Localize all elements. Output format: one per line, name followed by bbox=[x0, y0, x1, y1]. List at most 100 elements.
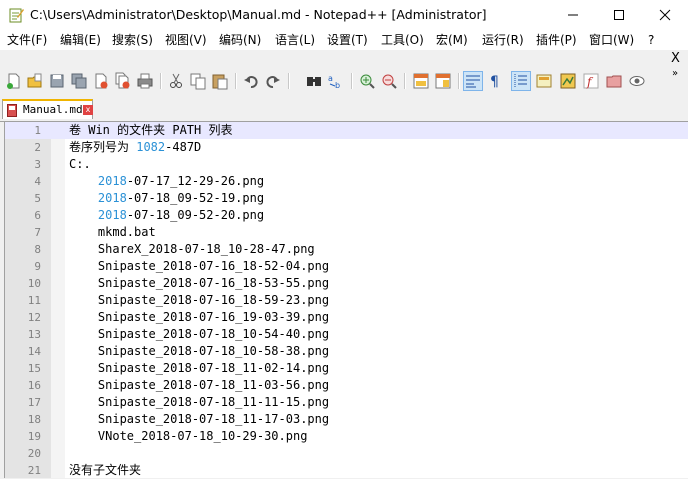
menu-plugins[interactable]: 插件(P) bbox=[536, 30, 577, 50]
editor-line[interactable]: 15 Snipaste_2018-07-18_11-02-14.png bbox=[5, 360, 688, 377]
editor-line[interactable]: 12 Snipaste_2018-07-16_19-03-39.png bbox=[5, 309, 688, 326]
editor-line[interactable]: 21 没有子文件夹 bbox=[5, 462, 688, 479]
line-text: VNote_2018-07-18_10-29-30.png bbox=[69, 429, 308, 443]
function-list-button[interactable]: f bbox=[582, 72, 600, 90]
menu-language[interactable]: 语言(L) bbox=[275, 30, 315, 50]
sync-horizontal-button[interactable] bbox=[434, 72, 452, 90]
editor-line[interactable]: 3 C:. bbox=[5, 156, 688, 173]
editor-line[interactable]: 1 卷 Win 的文件夹 PATH 列表 bbox=[5, 122, 688, 139]
line-number: 4 bbox=[34, 175, 41, 188]
editor-line[interactable]: 4 2018-07-17_12-29-26.png bbox=[5, 173, 688, 190]
minimize-icon bbox=[568, 14, 578, 16]
close-icon bbox=[95, 73, 108, 89]
editor-line[interactable]: 10 Snipaste_2018-07-16_18-53-55.png bbox=[5, 275, 688, 292]
save-all-icon bbox=[71, 73, 87, 89]
minimize-button[interactable] bbox=[550, 0, 596, 30]
copy-button[interactable] bbox=[189, 72, 207, 90]
close-window-button[interactable] bbox=[642, 0, 688, 30]
save-all-button[interactable] bbox=[70, 72, 88, 90]
indent-guide-button[interactable] bbox=[511, 71, 531, 91]
editor-line[interactable]: 19 VNote_2018-07-18_10-29-30.png bbox=[5, 428, 688, 445]
save-button[interactable] bbox=[48, 72, 66, 90]
zoom-out-button[interactable] bbox=[380, 72, 398, 90]
word-wrap-button[interactable] bbox=[463, 71, 483, 91]
close-document-button[interactable]: X bbox=[671, 51, 680, 67]
line-text: Snipaste_2018-07-18_11-03-56.png bbox=[69, 378, 330, 392]
menu-edit[interactable]: 编辑(E) bbox=[60, 30, 101, 50]
zoom-in-icon bbox=[360, 74, 375, 89]
line-number: 14 bbox=[27, 345, 41, 358]
editor-line[interactable]: 20 bbox=[5, 445, 688, 462]
editor-line[interactable]: 11 Snipaste_2018-07-16_18-59-23.png bbox=[5, 292, 688, 309]
doc-map-button[interactable] bbox=[559, 72, 577, 90]
menu-macro[interactable]: 宏(M) bbox=[436, 30, 468, 50]
editor-line[interactable]: 6 2018-07-18_09-52-20.png bbox=[5, 207, 688, 224]
function-list-icon: f bbox=[583, 73, 599, 89]
close-all-button[interactable] bbox=[114, 72, 132, 90]
find-icon bbox=[307, 77, 321, 86]
open-file-icon bbox=[27, 73, 42, 88]
line-number: 3 bbox=[34, 158, 41, 171]
editor-line[interactable]: 7 mkmd.bat bbox=[5, 224, 688, 241]
menu-window[interactable]: 窗口(W) bbox=[589, 30, 634, 50]
menu-view[interactable]: 视图(V) bbox=[165, 30, 207, 50]
menu-settings[interactable]: 设置(T) bbox=[327, 30, 368, 50]
indent-guide-icon bbox=[514, 74, 527, 88]
editor-line[interactable]: 17 Snipaste_2018-07-18_11-11-15.png bbox=[5, 394, 688, 411]
editor-line[interactable]: 18 Snipaste_2018-07-18_11-17-03.png bbox=[5, 411, 688, 428]
sync-vertical-button[interactable] bbox=[412, 72, 430, 90]
editor-line[interactable]: 16 Snipaste_2018-07-18_11-03-56.png bbox=[5, 377, 688, 394]
line-number: 21 bbox=[27, 464, 41, 477]
line-text: 卷 Win 的文件夹 PATH 列表 bbox=[69, 123, 233, 137]
menu-tools[interactable]: 工具(O) bbox=[381, 30, 424, 50]
toolbar-overflow-button[interactable]: » bbox=[672, 68, 678, 79]
line-text-post: -07-18_09-52-19.png bbox=[126, 191, 265, 205]
zoom-in-button[interactable] bbox=[358, 72, 376, 90]
editor-line[interactable]: 8 ShareX_2018-07-18_10-28-47.png bbox=[5, 241, 688, 258]
paste-button[interactable] bbox=[211, 72, 229, 90]
line-text-pre: 卷序列号为 bbox=[69, 140, 137, 154]
tab-bar: Manual.md x bbox=[0, 97, 688, 122]
editor[interactable]: 1 卷 Win 的文件夹 PATH 列表 2 卷序列号为 1082-487D 3 C:. 4… bbox=[4, 122, 688, 478]
maximize-button[interactable] bbox=[596, 0, 642, 30]
editor-line[interactable]: 14 Snipaste_2018-07-18_10-58-38.png bbox=[5, 343, 688, 360]
menu-encoding[interactable]: 编码(N) bbox=[219, 30, 261, 50]
editor-line[interactable]: 2 卷序列号为 1082-487D bbox=[5, 139, 688, 156]
show-all-chars-button[interactable]: ¶ bbox=[486, 72, 504, 90]
menu-bar: 文件(F) 编辑(E) 搜索(S) 视图(V) 编码(N) 语言(L) 设置(T… bbox=[0, 30, 688, 50]
window-title: C:\Users\Administrator\Desktop\Manual.md… bbox=[30, 7, 487, 22]
toolbar: ab ¶ f bbox=[0, 67, 688, 95]
title-bar: C:\Users\Administrator\Desktop\Manual.md… bbox=[0, 0, 688, 30]
new-file-button[interactable] bbox=[5, 72, 23, 90]
zoom-out-icon bbox=[382, 74, 397, 89]
redo-button[interactable] bbox=[264, 72, 282, 90]
tab-manual-md[interactable]: Manual.md x bbox=[2, 99, 93, 119]
undo-button[interactable] bbox=[242, 72, 260, 90]
line-text: Snipaste_2018-07-18_11-17-03.png bbox=[69, 412, 330, 426]
find-button[interactable] bbox=[305, 72, 323, 90]
user-defined-language-button[interactable] bbox=[535, 72, 553, 90]
menu-run[interactable]: 运行(R) bbox=[482, 30, 524, 50]
line-number: 11 bbox=[27, 294, 41, 307]
replace-button[interactable]: ab bbox=[327, 72, 345, 90]
tab-close-button[interactable]: x bbox=[83, 105, 93, 115]
maximize-icon bbox=[614, 10, 624, 20]
editor-line[interactable]: 9 Snipaste_2018-07-16_18-52-04.png bbox=[5, 258, 688, 275]
cut-button[interactable] bbox=[167, 72, 185, 90]
folder-workspace-button[interactable] bbox=[605, 72, 623, 90]
close-button[interactable] bbox=[92, 72, 110, 90]
line-text: Snipaste_2018-07-16_19-03-39.png bbox=[69, 310, 330, 324]
menu-search[interactable]: 搜索(S) bbox=[112, 30, 153, 50]
user-defined-language-icon bbox=[536, 74, 552, 88]
print-button[interactable] bbox=[136, 72, 154, 90]
paste-icon bbox=[212, 74, 228, 90]
line-text-post: -07-18_09-52-20.png bbox=[126, 208, 265, 222]
editor-line[interactable]: 5 2018-07-18_09-52-19.png bbox=[5, 190, 688, 207]
editor-line[interactable]: 13 Snipaste_2018-07-18_10-54-40.png bbox=[5, 326, 688, 343]
open-file-button[interactable] bbox=[26, 72, 44, 90]
menu-help[interactable]: ? bbox=[648, 30, 654, 50]
menu-file[interactable]: 文件(F) bbox=[7, 30, 47, 50]
monitoring-button[interactable] bbox=[628, 72, 646, 90]
line-number: 8 bbox=[34, 243, 41, 256]
line-text: Snipaste_2018-07-16_18-52-04.png bbox=[69, 259, 330, 273]
